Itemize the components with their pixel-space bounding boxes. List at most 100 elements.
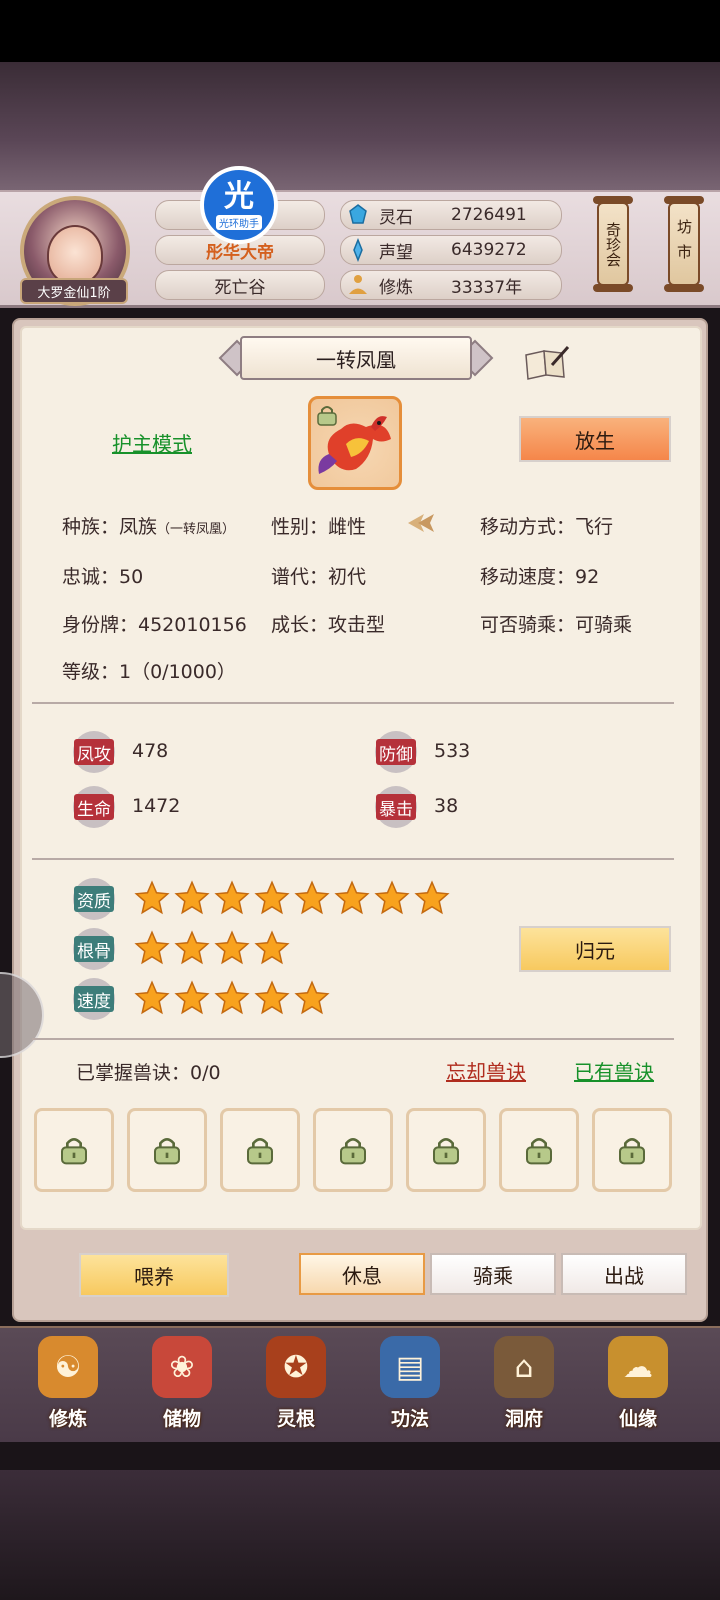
nav-label: 功法 [390,1408,429,1430]
resource-reputation: 声望 6439272 [340,235,562,265]
nav-cultivate[interactable]: ☯ 修炼 [18,1336,118,1436]
nav-storage-bag[interactable]: ❀ 储物 [132,1336,232,1436]
release-button[interactable]: 放生 [519,416,671,462]
divider [32,702,674,704]
stat-label: 防御 [376,739,416,765]
background-top [0,62,720,192]
info-generation: 谱代：初代 [271,566,367,588]
bone-stars [134,930,290,966]
info-loyalty: 忠诚：50 [62,566,144,588]
feed-button[interactable]: 喂养 [79,1253,229,1297]
skill-slot[interactable] [220,1108,300,1192]
market-button[interactable]: 坊市 [668,202,700,286]
star-icon [414,880,450,916]
lock-icon [151,1134,183,1166]
gender-change-icon[interactable] [404,508,438,538]
cave-mansion-icon: ⌂ [494,1336,554,1398]
battle-button[interactable]: 出战 [561,1253,687,1295]
resource-value: 33337年 [451,277,523,298]
speed-stars [134,980,330,1016]
resource-value: 2726491 [451,205,527,225]
lock-icon [244,1134,276,1166]
forget-skill-link[interactable]: 忘却兽诀 [446,1056,526,1085]
background-bottom [0,1470,720,1600]
info-id: 身份牌：452010156 [62,614,247,636]
aptitude-icon: 资质 [73,878,115,920]
pet-name: 一转凤凰 [316,347,396,372]
health-value: 1472 [132,795,181,817]
resource-label: 声望 [379,242,413,263]
rename-book-icon[interactable] [522,345,570,381]
info-movement: 移动方式：飞行 [480,516,614,538]
guard-mode-label: 护主模式 [112,432,192,456]
treasure-pavilion-button[interactable]: 奇珍会 [597,202,629,286]
rating-label: 资质 [74,886,114,912]
race-sub: （一转凤凰） [157,522,236,537]
star-icon [294,880,330,916]
health-stat-icon: 生命 [73,786,115,828]
ride-button[interactable]: 骑乘 [430,1253,556,1295]
lock-icon [430,1134,462,1166]
nav-label: 仙缘 [618,1408,657,1430]
skill-slot[interactable] [499,1108,579,1192]
skill-slot[interactable] [34,1108,114,1192]
overlay-assistant-badge[interactable]: 光 光环助手 [200,166,278,244]
skill-slot[interactable] [406,1108,486,1192]
rating-label: 根骨 [74,936,114,962]
divider [32,1038,674,1040]
feed-label: 喂养 [134,1264,174,1289]
divider [32,858,674,860]
star-icon [214,880,250,916]
reputation-icon [345,237,371,263]
return-origin-button[interactable]: 归元 [519,926,671,972]
aptitude-stars [134,880,450,916]
star-icon [214,980,250,1016]
stat-label: 暴击 [376,794,416,820]
rank-tag: 大罗金仙1阶 [20,278,128,304]
market-label: 坊市 [675,219,693,269]
cultivate-icon: ☯ [38,1336,98,1398]
info-race: 种族：凤族（一转凤凰） [62,512,235,539]
nav-spirit-root[interactable]: ✪ 灵根 [246,1336,346,1436]
badge-glyph: 光 [224,178,254,214]
rest-label: 休息 [342,1263,382,1288]
nav-immortal-fate[interactable]: ☁ 仙缘 [588,1336,688,1436]
rating-label: 速度 [74,986,114,1012]
skill-slot[interactable] [127,1108,207,1192]
stat-label: 凤攻 [74,739,114,765]
resource-value: 6439272 [451,240,527,260]
lock-icon [616,1134,648,1166]
meditation-icon [345,272,371,298]
info-rideable: 可否骑乘：可骑乘 [480,614,633,636]
guard-mode-link[interactable]: 护主模式 [112,428,192,457]
pet-portrait[interactable] [308,396,402,490]
status-bar-area [0,0,720,62]
player-location: 死亡谷 [214,277,266,298]
info-gender: 性别：雌性 [271,516,367,538]
crit-stat-icon: 暴击 [375,786,417,828]
skill-slot[interactable] [592,1108,672,1192]
owned-skills-link[interactable]: 已有兽诀 [574,1056,654,1085]
lock-icon [337,1134,369,1166]
rest-button[interactable]: 休息 [299,1253,425,1295]
attack-stat-icon: 凤攻 [73,731,115,773]
resource-cultivation: 修炼 33337年 [340,270,562,300]
bone-icon: 根骨 [73,928,115,970]
nav-cave-mansion[interactable]: ⌂ 洞府 [474,1336,574,1436]
defense-stat-icon: 防御 [375,731,417,773]
defense-value: 533 [434,740,471,762]
ride-label: 骑乘 [473,1263,513,1288]
race-text: 种族：凤族 [62,516,158,538]
badge-text: 光环助手 [216,214,262,230]
nav-label: 灵根 [276,1408,315,1430]
spirit-root-icon: ✪ [266,1336,326,1398]
crit-value: 38 [434,795,459,817]
avatar-face [47,225,103,285]
nav-label: 储物 [162,1408,201,1430]
battle-label: 出战 [604,1263,644,1288]
star-icon [174,880,210,916]
info-level: 等级：1（0/1000） [62,661,236,683]
nav-skill-book[interactable]: ▤ 功法 [360,1336,460,1436]
nav-label: 洞府 [504,1408,543,1430]
skill-slot[interactable] [313,1108,393,1192]
